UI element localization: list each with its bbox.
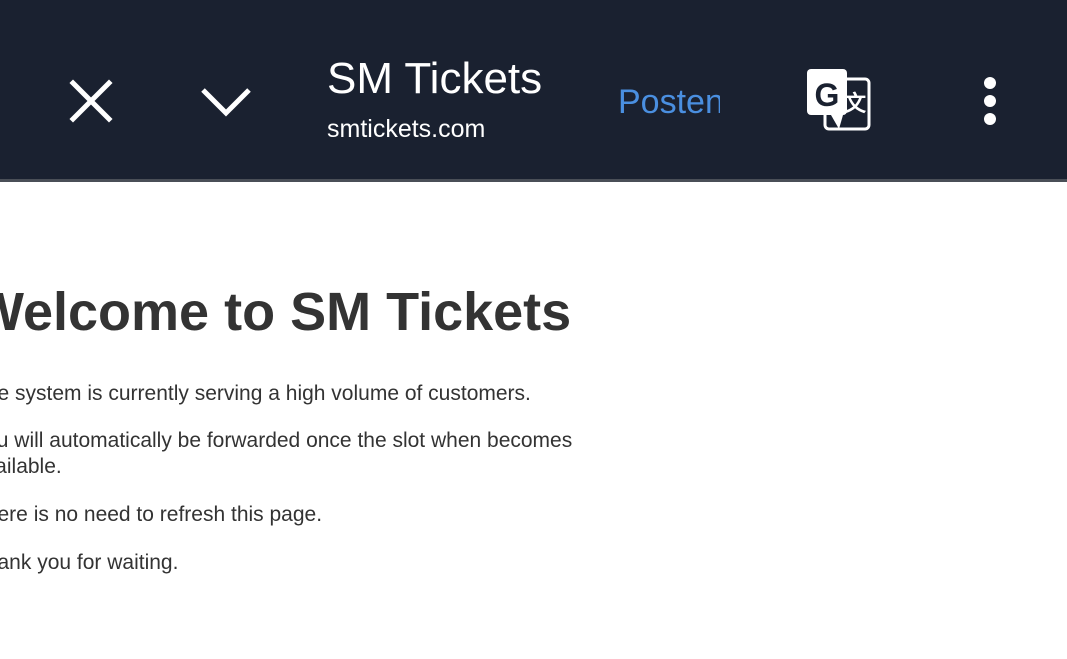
google-translate-icon: G 文 <box>807 69 871 131</box>
minimize-button[interactable] <box>194 70 258 132</box>
site-domain: smtickets.com <box>327 115 486 143</box>
svg-text:G: G <box>815 77 840 113</box>
more-vert-icon <box>984 77 996 125</box>
page-content: Welcome to SM Tickets The system is curr… <box>0 280 673 574</box>
chevron-down-icon <box>201 88 251 117</box>
toolbar-divider <box>0 179 1067 182</box>
thanks-paragraph: Thank you for waiting. <box>0 551 179 574</box>
page-title-block: SM Tickets smtickets.com <box>327 52 587 144</box>
translate-button[interactable]: G 文 <box>800 62 876 138</box>
close-button[interactable] <box>60 70 122 132</box>
svg-text:文: 文 <box>844 91 867 117</box>
close-icon <box>69 79 113 123</box>
action-link[interactable]: Posten <box>618 80 720 124</box>
status-paragraph: The system is currently serving a high v… <box>0 382 531 405</box>
more-options-button[interactable] <box>966 70 1014 132</box>
no-refresh-paragraph: There is no need to refresh this page. <box>0 503 323 526</box>
page-heading: Welcome to SM Tickets <box>0 282 572 342</box>
site-title: SM Tickets <box>327 54 543 103</box>
forward-notice-paragraph: You will automatically be forwarded once… <box>0 429 573 478</box>
custom-tab-toolbar: SM Tickets smtickets.com Posten G 文 <box>0 0 1067 179</box>
